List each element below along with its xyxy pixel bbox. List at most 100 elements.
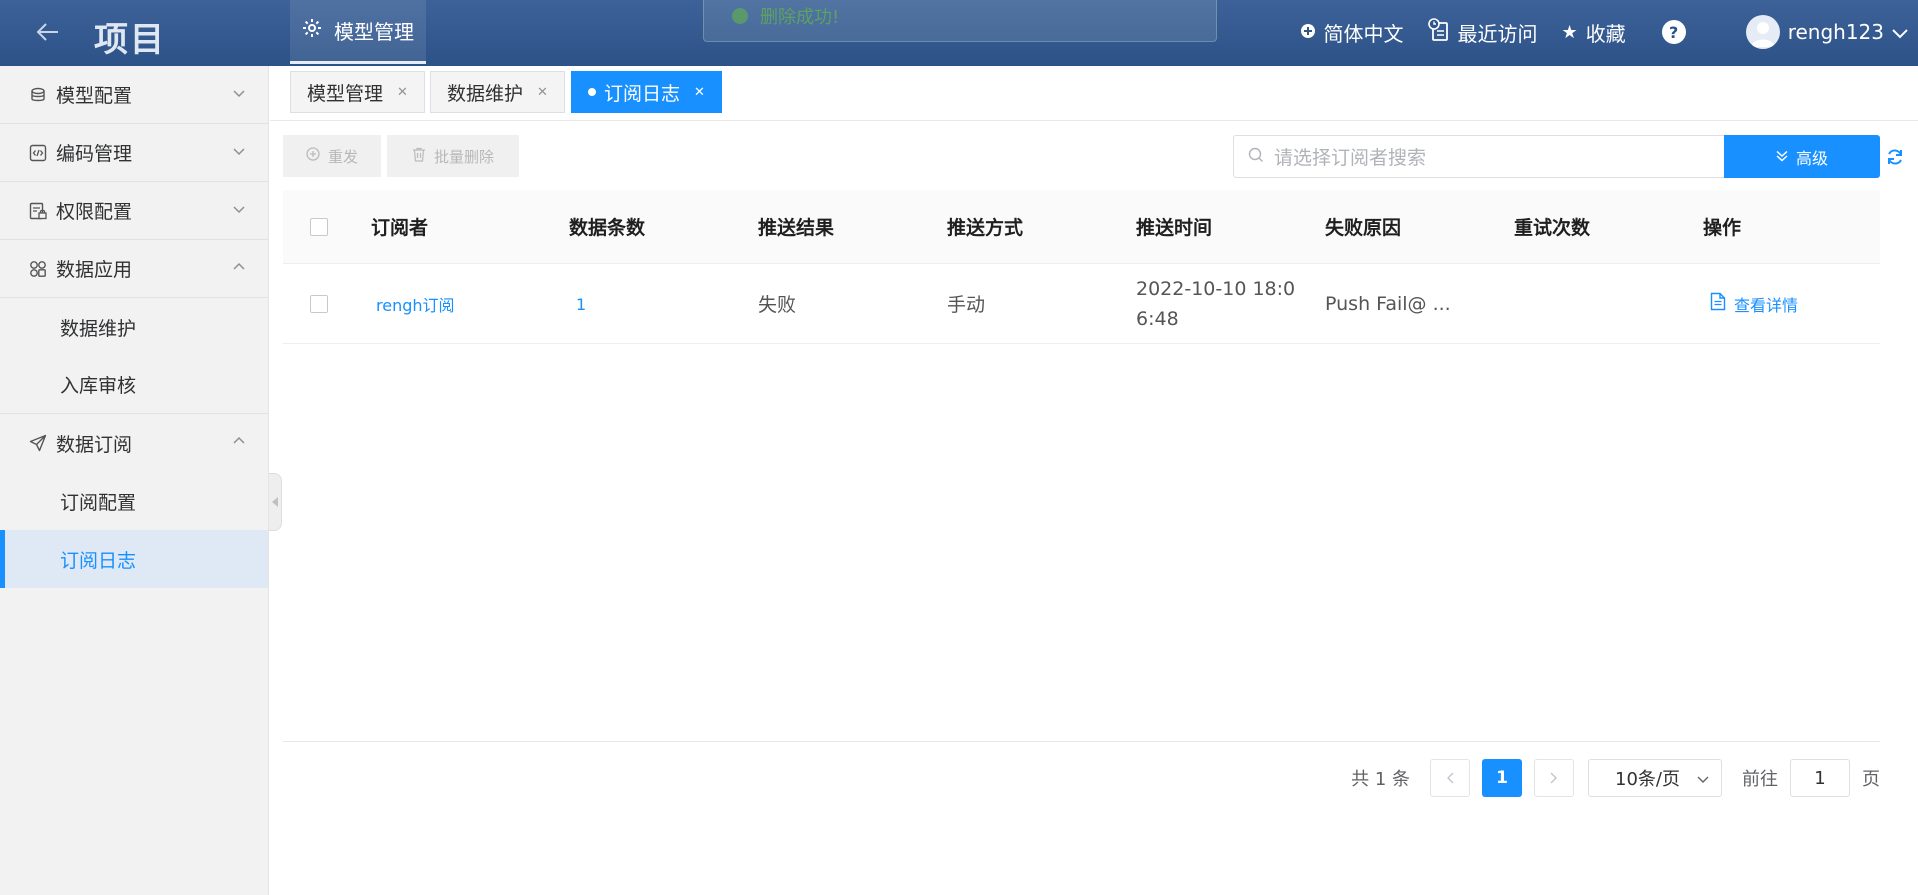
recent-visits[interactable]: 最近访问 (1427, 17, 1538, 47)
sidebar-item-subscription-config[interactable]: 订阅配置 (0, 472, 268, 530)
close-icon[interactable]: ✕ (694, 85, 705, 100)
sidebar-item-permission-config[interactable]: 权限配置 (0, 182, 268, 240)
plus-circle-icon (306, 147, 320, 165)
sidebar-item-subscription-log[interactable]: 订阅日志 (0, 530, 268, 588)
apps-icon (28, 259, 48, 279)
recent-label: 最近访问 (1457, 21, 1538, 46)
resend-button[interactable]: 重发 (283, 135, 381, 177)
chevron-down-icon (232, 144, 248, 160)
chevron-up-icon (232, 260, 248, 276)
sidebar-item-label: 模型配置 (56, 85, 133, 107)
nav-label: 模型管理 (334, 20, 414, 44)
database-icon (28, 85, 48, 105)
page-number-current[interactable]: 1 (1482, 759, 1522, 797)
column-header: 重试次数 (1514, 217, 1591, 239)
goto-page-input[interactable]: 1 (1790, 759, 1850, 797)
plus-circle-icon (1300, 20, 1316, 44)
toast-message: 删除成功! (760, 7, 840, 28)
tab-label: 数据维护 (447, 82, 524, 105)
batch-delete-label: 批量删除 (433, 147, 494, 166)
failure-reason: Push Fail@ ... (1325, 292, 1451, 315)
sidebar-item-data-apps[interactable]: 数据应用 (0, 240, 268, 298)
nav-model-management[interactable]: 模型管理 (290, 0, 426, 64)
sidebar-item-data-subscription[interactable]: 数据订阅 (0, 414, 268, 472)
sidebar-item-storage-review[interactable]: 入库审核 (0, 356, 268, 414)
tabs-bar: 模型管理 ✕ 数据维护 ✕ 订阅日志 ✕ (270, 66, 1918, 121)
sidebar-item-label: 数据应用 (56, 259, 133, 281)
view-details-button[interactable]: 查看详情 (1710, 292, 1873, 316)
subscriber-link[interactable]: rengh订阅 (376, 296, 455, 315)
sidebar-collapse-handle[interactable] (269, 473, 282, 531)
check-circle-icon (732, 8, 748, 24)
table-bottom-border (283, 741, 1880, 742)
page-suffix: 页 (1862, 769, 1880, 790)
avatar (1745, 15, 1780, 49)
push-result: 失败 (758, 294, 797, 316)
back-arrow-icon[interactable] (32, 16, 64, 48)
prev-page-button[interactable] (1430, 759, 1470, 797)
push-time-line: 2022-10-10 18:0 (1136, 277, 1296, 300)
column-header: 推送结果 (758, 217, 835, 239)
help-icon[interactable]: ? (1661, 20, 1686, 44)
username: rengh123 (1787, 20, 1884, 44)
tab-data-maintenance[interactable]: 数据维护 ✕ (430, 71, 565, 113)
language-switch[interactable]: 简体中文 (1300, 18, 1404, 47)
column-header: 推送时间 (1136, 217, 1213, 239)
advanced-search-button[interactable]: 高级 (1724, 135, 1880, 178)
advanced-label: 高级 (1795, 148, 1828, 168)
double-chevron-down-icon (1776, 147, 1788, 166)
favorites-label: 收藏 (1585, 21, 1626, 46)
app-brand: 项目 (94, 20, 166, 60)
active-dot-icon (588, 88, 596, 96)
success-toast: 删除成功! (703, 0, 1217, 42)
chevron-down-icon (1697, 768, 1709, 789)
push-time-line: 6:48 (1136, 307, 1179, 330)
total-count: 共 1 条 (1351, 769, 1410, 790)
chevron-down-icon (1892, 20, 1908, 44)
tab-model-management[interactable]: 模型管理 ✕ (290, 71, 425, 113)
sidebar-item-model-config[interactable]: 模型配置 (0, 66, 268, 124)
sidebar-item-label: 数据订阅 (56, 433, 133, 456)
pagination: 共 1 条 1 10条/页 前往 1 页 (1351, 758, 1880, 798)
batch-delete-button[interactable]: 批量删除 (387, 135, 519, 177)
refresh-icon[interactable] (1884, 146, 1906, 168)
resend-label: 重发 (327, 147, 358, 166)
favorites[interactable]: ★ 收藏 (1562, 18, 1626, 47)
tab-label: 订阅日志 (604, 82, 681, 105)
code-icon (28, 143, 48, 163)
search-placeholder: 请选择订阅者搜索 (1274, 147, 1427, 169)
trash-icon (412, 147, 426, 166)
push-time: 2022-10-10 18:0 6:48 (1136, 274, 1325, 334)
column-header: 推送方式 (947, 217, 1024, 239)
send-icon (28, 433, 48, 453)
page-size-select[interactable]: 10条/页 (1588, 759, 1722, 797)
table-row: rengh订阅 1 失败 手动 2022-10-10 18:0 6:48 Pus… (283, 264, 1880, 344)
push-method: 手动 (947, 294, 986, 316)
sidebar-item-label: 权限配置 (56, 201, 133, 223)
top-header: 项目 模型管理 删除成功! 简体中文 最近访问 ★ 收藏 ? rengh123 (0, 0, 1918, 66)
sidebar-item-code-management[interactable]: 编码管理 (0, 124, 268, 182)
subscriber-search-input[interactable]: 请选择订阅者搜索 (1233, 135, 1725, 178)
close-icon[interactable]: ✕ (397, 85, 408, 100)
user-menu[interactable]: rengh123 (1745, 15, 1908, 49)
next-page-button[interactable] (1534, 759, 1574, 797)
select-all-checkbox[interactable] (310, 217, 328, 236)
tab-subscription-log[interactable]: 订阅日志 ✕ (571, 71, 722, 113)
row-checkbox[interactable] (310, 294, 328, 313)
table-header: 订阅者 数据条数 推送结果 推送方式 推送时间 失败原因 重试次数 操作 (283, 190, 1880, 264)
permission-icon (28, 201, 48, 221)
column-header: 失败原因 (1325, 217, 1402, 239)
tab-label: 模型管理 (307, 82, 384, 105)
gear-icon (302, 18, 322, 43)
history-doc-icon (1427, 17, 1450, 47)
sidebar-item-data-maintenance[interactable]: 数据维护 (0, 298, 268, 356)
subscription-log-table: 订阅者 数据条数 推送结果 推送方式 推送时间 失败原因 重试次数 操作 ren… (283, 190, 1880, 344)
close-icon[interactable]: ✕ (537, 85, 548, 100)
search-icon (1248, 146, 1264, 168)
sidebar: 模型配置 编码管理 权限配置 数据应用 数据维护 入库审核 数据订阅 订阅配置 … (0, 66, 269, 895)
page-size-value: 10条/页 (1615, 769, 1680, 790)
data-count-link[interactable]: 1 (576, 295, 586, 314)
goto-label: 前往 (1742, 769, 1778, 790)
star-icon: ★ (1561, 21, 1578, 43)
column-header: 订阅者 (371, 217, 429, 239)
